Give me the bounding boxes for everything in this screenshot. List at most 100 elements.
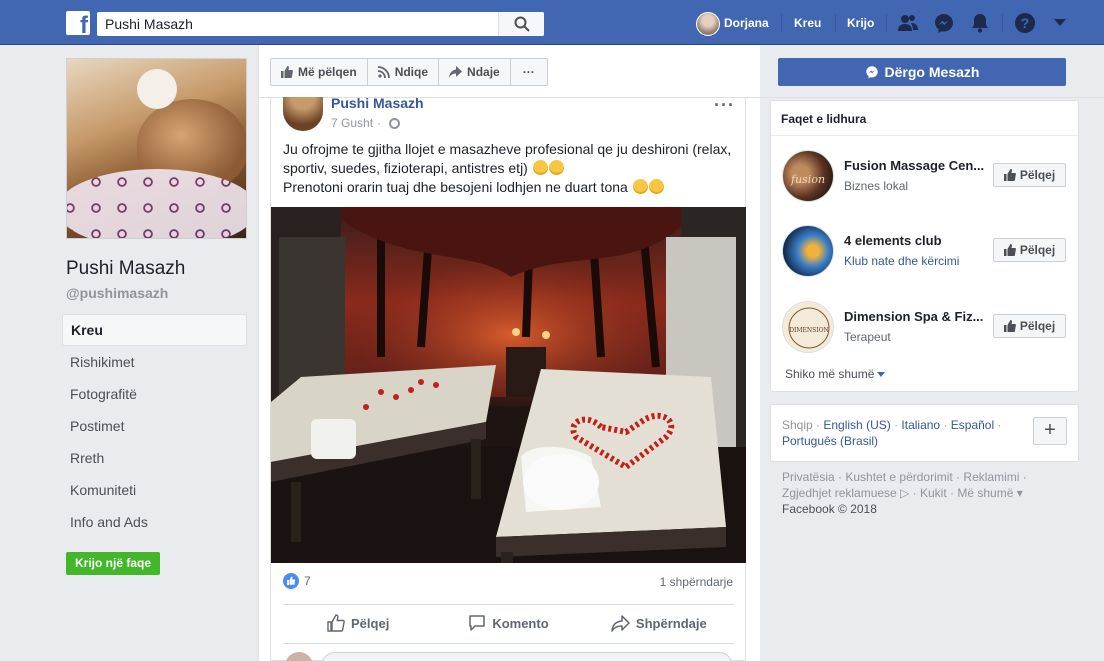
- profile-link[interactable]: [696, 12, 720, 36]
- chevron-down-icon: [877, 371, 886, 377]
- related-page-name[interactable]: Dimension Spa & Fiz...: [844, 309, 992, 324]
- footer-link[interactable]: Kukit: [920, 486, 947, 500]
- caret-down-icon[interactable]: [1054, 19, 1066, 26]
- page-profile-photo[interactable]: [66, 58, 247, 239]
- post-date: 7 Gusht ·: [331, 116, 401, 130]
- nav-item-rishikimet[interactable]: Rishikimet: [62, 346, 247, 378]
- create-page-button[interactable]: Krijo një faqe: [66, 552, 160, 575]
- thumbs-up-icon: [1003, 169, 1016, 181]
- share-button[interactable]: Shpërndaje: [584, 605, 734, 641]
- middot: ·: [377, 116, 382, 130]
- nav-item-komuniteti[interactable]: Komuniteti: [62, 474, 247, 506]
- related-page-name[interactable]: Fusion Massage Cen...: [844, 158, 992, 173]
- like-reaction-icon: [283, 573, 299, 589]
- footer: Privatësia · Kushtet e përdorimit · Rekl…: [782, 470, 1027, 516]
- footer-link[interactable]: Zgjedhjet reklamuese: [782, 486, 897, 500]
- nav-item-fotografite[interactable]: Fotografitë: [62, 378, 247, 410]
- thumbs-up-icon: [327, 614, 345, 632]
- related-page-item: fusion Fusion Massage Cen... Biznes loka…: [771, 150, 1078, 210]
- related-page-item: DIMENSION Dimension Spa & Fiz... Terapeu…: [771, 301, 1078, 361]
- language-link[interactable]: Português (Brasil): [782, 434, 878, 448]
- ad-choices-icon: ▷: [900, 486, 910, 500]
- like-button[interactable]: Pëlqej: [283, 605, 433, 641]
- profile-name[interactable]: Dorjana: [724, 16, 769, 30]
- nav-item-info-ads[interactable]: Info and Ads: [62, 506, 247, 538]
- post-author[interactable]: Pushi Masazh: [331, 95, 424, 111]
- search-button[interactable]: [498, 12, 544, 36]
- nav-item-kreu[interactable]: Kreu: [62, 314, 247, 346]
- svg-text:DIMENSION: DIMENSION: [789, 327, 829, 334]
- follow-button[interactable]: Ndiqe: [368, 59, 440, 85]
- follow-label: Ndiqe: [394, 65, 429, 79]
- language-link[interactable]: Español: [951, 418, 994, 432]
- footer-link[interactable]: Më shumë: [957, 486, 1013, 500]
- post-text: Ju ofrojme te gjitha llojet e masazheve …: [283, 140, 738, 197]
- share-page-label: Ndaje: [467, 65, 500, 79]
- likes-count: 7: [304, 574, 311, 588]
- messenger-icon[interactable]: [933, 12, 955, 34]
- notifications-icon[interactable]: [969, 12, 991, 34]
- see-more-label: Shiko më shumë: [785, 367, 875, 381]
- post-card: Pushi Masazh 7 Gusht · ··· Ju ofrojme te…: [270, 95, 746, 661]
- page-avatar[interactable]: [782, 225, 834, 277]
- page-like-button[interactable]: Më pëlqen: [271, 59, 368, 85]
- post-date-text[interactable]: 7 Gusht: [331, 116, 373, 130]
- see-more-link[interactable]: Shiko më shumë: [785, 367, 886, 381]
- help-icon[interactable]: ?: [1014, 12, 1036, 34]
- svg-text:fusion: fusion: [790, 173, 825, 186]
- create-link[interactable]: Krijo: [847, 16, 874, 30]
- page-avatar[interactable]: DIMENSION: [782, 301, 834, 353]
- page-like-label: Më pëlqen: [298, 65, 357, 79]
- avatar: [696, 12, 720, 36]
- language-list: Shqip · English (US) · Italiano · Españo…: [782, 418, 1002, 448]
- divider: [771, 135, 1078, 136]
- rss-icon: [377, 66, 390, 78]
- post-photo[interactable]: [271, 207, 746, 563]
- language-box: Shqip · English (US) · Italiano · Españo…: [770, 404, 1079, 462]
- facebook-logo-icon[interactable]: f: [66, 11, 90, 35]
- comment-icon: [469, 615, 486, 631]
- like-page-button[interactable]: Pëlqej: [993, 238, 1066, 262]
- thumbs-up-icon: [1003, 320, 1016, 332]
- shares-count[interactable]: 1 shpërndarje: [660, 575, 733, 589]
- divider: [1002, 14, 1003, 32]
- hugging-face-emoji-icon: [532, 160, 548, 175]
- friends-icon[interactable]: [897, 12, 919, 34]
- like-page-label: Pëlqej: [1019, 319, 1056, 333]
- share-page-button[interactable]: Ndaje: [439, 59, 511, 85]
- post-options-icon[interactable]: ···: [714, 95, 735, 116]
- related-pages-title: Faqet e lidhura: [781, 112, 867, 126]
- hugging-face-emoji-icon: [548, 160, 564, 175]
- add-language-button[interactable]: +: [1033, 417, 1067, 445]
- reactions-summary[interactable]: 7: [283, 573, 311, 589]
- footer-link[interactable]: Reklamimi: [963, 470, 1019, 484]
- page-avatar[interactable]: fusion: [782, 150, 834, 202]
- page-title[interactable]: Pushi Masazh: [66, 258, 185, 280]
- like-page-button[interactable]: Pëlqej: [993, 314, 1066, 338]
- language-link[interactable]: Italiano: [901, 418, 940, 432]
- like-label: Pëlqej: [351, 615, 390, 631]
- footer-link[interactable]: Privatësia: [782, 470, 835, 484]
- comment-label: Komento: [492, 615, 549, 631]
- comment-input[interactable]: [321, 652, 733, 661]
- comment-button[interactable]: Komento: [433, 605, 583, 641]
- send-message-label: Dërgo Mesazh: [884, 64, 980, 80]
- language-link[interactable]: English (US): [823, 418, 890, 432]
- footer-link[interactable]: Kushtet e përdorimit: [845, 470, 952, 484]
- share-arrow-icon: [611, 614, 630, 632]
- copyright: Facebook © 2018: [782, 502, 877, 516]
- smiley-emoji-icon: [648, 179, 664, 194]
- send-message-button[interactable]: Dërgo Mesazh: [778, 58, 1066, 86]
- home-link[interactable]: Kreu: [794, 16, 821, 30]
- divider: [781, 14, 782, 32]
- smiley-emoji-icon: [632, 179, 648, 194]
- related-page-name[interactable]: 4 elements club: [844, 233, 992, 248]
- nav-item-rreth[interactable]: Rreth: [62, 442, 247, 474]
- more-options-button[interactable]: ···: [511, 59, 547, 85]
- like-page-button[interactable]: Pëlqej: [993, 163, 1066, 187]
- search-input[interactable]: [105, 15, 495, 33]
- nav-item-postimet[interactable]: Postimet: [62, 410, 247, 442]
- post-author-avatar[interactable]: [283, 97, 323, 131]
- search-box: [97, 12, 544, 36]
- page-handle[interactable]: @pushimasazh: [66, 285, 168, 301]
